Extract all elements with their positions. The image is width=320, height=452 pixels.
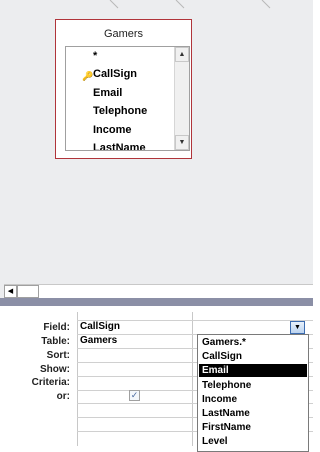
table-field-item[interactable]: * [66,47,174,65]
scroll-up-arrow-icon[interactable]: ▲ [175,47,189,62]
table-field-label: CallSign [93,68,138,81]
grid-row-label: Criteria: [31,377,70,388]
dropdown-option[interactable]: Income [199,393,307,406]
table-field-list[interactable]: * 🔑 CallSign Email Telephone Income LastName ▲… [65,46,190,151]
table-field-item[interactable]: Income [66,121,174,139]
dropdown-option[interactable]: CallSign [199,350,307,363]
table-field-label: Email [93,86,123,99]
table-field-item[interactable]: Telephone [66,102,174,120]
table-box-title: Gamers [103,28,144,40]
dropdown-option[interactable]: Telephone [199,379,307,392]
table-field-label: Telephone [93,105,148,118]
dropdown-option[interactable]: Gamers.* [199,336,307,349]
scroll-down-arrow-icon[interactable]: ▼ [175,135,189,150]
field-cell-value[interactable]: CallSign [80,321,120,332]
pane-splitter[interactable] [0,298,313,306]
gamers-table-box[interactable]: Gamers * 🔑 CallSign Email Telephone Income Las… [55,19,192,159]
table-field-label: LastName [93,141,146,151]
relationship-lines [0,0,313,9]
grid-row-label: Sort: [46,350,70,361]
table-cell-value[interactable]: Gamers [80,335,117,346]
table-field-item[interactable]: LastName [66,139,174,151]
key-icon: 🔑 [82,71,94,82]
dropdown-option[interactable]: Level [199,435,307,448]
grid-row-label: Show: [40,364,70,375]
scroll-left-arrow-icon[interactable]: ◀ [4,285,17,298]
field-dropdown-list[interactable]: Gamers.* CallSign Email Telephone Income Last… [197,334,309,452]
field-list-scrollbar[interactable]: ▲ ▼ [174,47,189,150]
dropdown-option[interactable]: Email [199,364,307,378]
grid-column-divider [192,312,193,446]
dropdown-option[interactable]: FirstName [199,421,307,434]
table-field-item[interactable]: Email [66,84,174,102]
query-design-pane: Gamers * 🔑 CallSign Email Telephone Income Las… [0,0,313,298]
grid-row-label: Table: [41,336,70,347]
dropdown-option[interactable]: LastName [199,407,307,420]
table-field-label: Income [93,123,132,136]
scrollbar-thumb[interactable] [17,285,39,298]
chevron-down-icon[interactable]: ▼ [290,321,305,334]
grid-column-divider [77,312,78,446]
query-design-grid: Field: Table: Sort: Show: Criteria: or: CallS… [0,306,313,452]
grid-row-label: Field: [43,322,70,333]
table-field-label: * [93,50,98,62]
horizontal-scrollbar[interactable]: ◀ [4,284,313,298]
grid-row-label: or: [56,391,70,402]
table-field-item[interactable]: 🔑 CallSign [66,65,174,83]
show-checkbox[interactable]: ✓ [129,390,140,401]
